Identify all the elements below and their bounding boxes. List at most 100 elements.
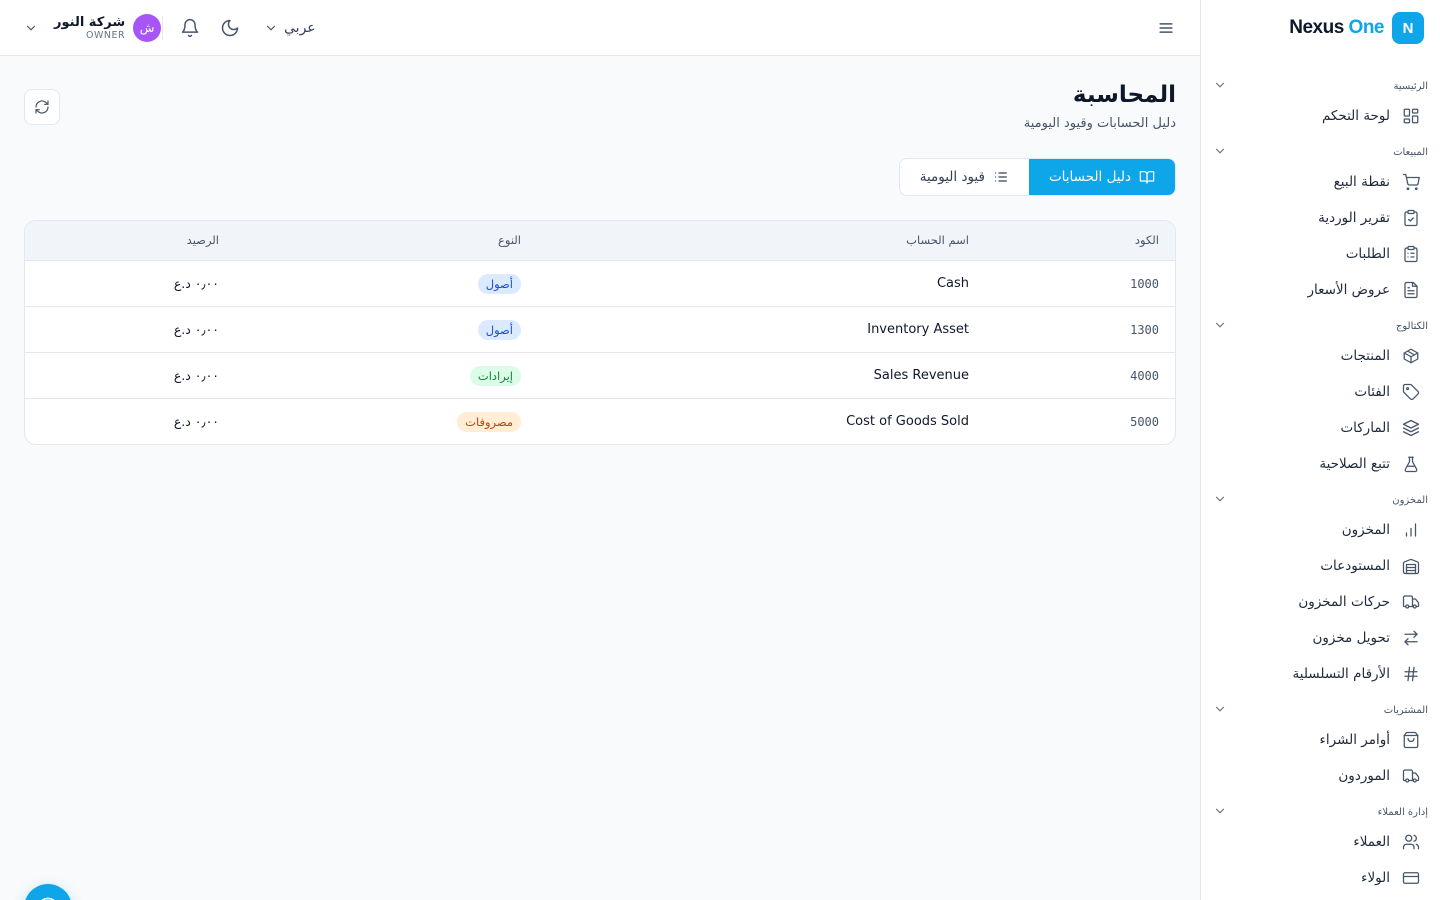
page-subtitle: دليل الحسابات وقيود اليومية [1023, 116, 1176, 131]
refresh-icon [35, 100, 49, 114]
tab-label: قيود اليومية [919, 169, 985, 185]
refresh-button[interactable] [24, 89, 60, 125]
brand-name: Nexus One [1289, 17, 1384, 38]
table-row[interactable]: 1300 Inventory Asset أصول ٠٫٠٠ د.ع [25, 307, 1175, 353]
user-menu[interactable]: شركة النور OWNER ش [24, 10, 162, 46]
sidebar-item-label: الماركات [1340, 420, 1390, 436]
table-row[interactable]: 5000 Cost of Goods Sold مصروفات ٠٫٠٠ د.ع [25, 399, 1175, 444]
sidebar-item[interactable]: تتبع الصلاحية [1201, 446, 1440, 482]
sidebar-nav: الرئيسية لوحة التحكم المبيعات نقطة البيع تقر… [1201, 56, 1440, 896]
sidebar-item[interactable]: تحويل مخزون [1201, 620, 1440, 656]
chevron-down-icon [1215, 82, 1225, 88]
tag-icon [1402, 383, 1420, 401]
sidebar-item[interactable]: المخزون [1201, 512, 1440, 548]
clipboard-check-icon [1404, 209, 1418, 227]
table-body: 1000 Cash أصول ٠٫٠٠ د.ع 1300 Inventory Asset أ… [25, 261, 1175, 444]
book-open-icon [1139, 171, 1155, 184]
main-content: المحاسبة دليل الحسابات وقيود اليومية دلي… [0, 56, 1200, 900]
sidebar-section-title: الكتالوج [1395, 321, 1428, 332]
sidebar-section-title: المشتريات [1383, 705, 1428, 716]
credit-card-icon [1402, 872, 1420, 884]
account-type-badge: أصول [477, 320, 521, 340]
truck-icon [1402, 769, 1420, 783]
account-balance: ٠٫٠٠ د.ع [173, 368, 219, 383]
sidebar-item[interactable]: عروض الأسعار [1201, 272, 1440, 308]
language-switcher[interactable]: عربي [264, 18, 316, 38]
account-type-badge: أصول [477, 274, 521, 294]
account-name: Sales Revenue [873, 368, 969, 383]
language-label: عربي [284, 20, 316, 36]
sidebar-item-label: أوامر الشراء [1319, 732, 1390, 748]
bar-chart-icon [1405, 523, 1417, 537]
bell-icon[interactable] [180, 18, 200, 38]
sidebar-section-title: الرئيسية [1393, 81, 1428, 92]
file-text-icon [1404, 281, 1418, 299]
sidebar-item-label: حركات المخزون [1298, 594, 1390, 610]
help-button[interactable] [24, 884, 72, 900]
page-title: المحاسبة [1072, 82, 1176, 108]
moon-icon[interactable] [220, 18, 240, 38]
brand[interactable]: Nexus One N [1201, 0, 1440, 56]
sidebar-item-label: تحويل مخزون [1312, 630, 1390, 646]
account-balance: ٠٫٠٠ د.ع [173, 276, 219, 291]
flask-icon [1404, 456, 1418, 473]
top-bar: شركة النور OWNER ش عربي [0, 0, 1200, 56]
sidebar-item[interactable]: المستودعات [1201, 548, 1440, 584]
sidebar-section-title: إدارة العملاء [1377, 807, 1428, 818]
table-row[interactable]: 4000 Sales Revenue إيرادات ٠٫٠٠ د.ع [25, 353, 1175, 399]
sidebar-item[interactable]: لوحة التحكم [1201, 98, 1440, 134]
sidebar-item[interactable]: العملاء [1201, 824, 1440, 860]
clipboard-list-icon [1404, 245, 1418, 263]
tab-journal-entries[interactable]: قيود اليومية [900, 159, 1029, 195]
arrows-swap-icon [1404, 630, 1418, 646]
sidebar-item-label: لوحة التحكم [1321, 108, 1390, 124]
sidebar-section-header[interactable]: المبيعات [1201, 134, 1440, 164]
sidebar-item[interactable]: أوامر الشراء [1201, 722, 1440, 758]
chevron-down-icon [26, 25, 36, 31]
list-icon [995, 172, 1007, 182]
header-divider [162, 16, 163, 40]
sidebar-item[interactable]: المنتجات [1201, 338, 1440, 374]
sidebar: Nexus One N الرئيسية لوحة التحكم المبيعات ن… [1200, 0, 1440, 900]
sidebar-item-label: العملاء [1353, 834, 1390, 850]
menu-icon[interactable] [1156, 18, 1176, 38]
sidebar-item[interactable]: الفئات [1201, 374, 1440, 410]
sidebar-item[interactable]: الولاء [1201, 860, 1440, 896]
tab-chart-of-accounts[interactable]: دليل الحسابات [1028, 159, 1175, 195]
package-icon [1403, 348, 1419, 364]
grid-icon [1403, 108, 1419, 124]
account-code: 1000 [1130, 277, 1159, 291]
sidebar-section-header[interactable]: المخزون [1201, 482, 1440, 512]
sidebar-item-label: الموردون [1338, 768, 1390, 784]
sidebar-section-header[interactable]: إدارة العملاء [1201, 794, 1440, 824]
sidebar-section-header[interactable]: الرئيسية [1201, 68, 1440, 98]
sidebar-item[interactable]: الأرقام التسلسلية [1201, 656, 1440, 692]
sidebar-item-label: تقرير الوردية [1318, 210, 1390, 226]
sidebar-item[interactable]: الماركات [1201, 410, 1440, 446]
account-code: 1300 [1130, 323, 1159, 337]
tab-label: دليل الحسابات [1048, 169, 1131, 185]
sidebar-section-header[interactable]: الكتالوج [1201, 308, 1440, 338]
sidebar-section-header[interactable]: المشتريات [1201, 692, 1440, 722]
user-role: OWNER [86, 30, 126, 41]
sidebar-item[interactable]: نقطة البيع [1201, 164, 1440, 200]
account-code: 4000 [1130, 369, 1159, 383]
warehouse-icon [1402, 558, 1420, 575]
sidebar-item-label: تتبع الصلاحية [1319, 456, 1390, 472]
sidebar-section-title: المخزون [1392, 495, 1428, 506]
chevron-down-icon [1215, 322, 1225, 328]
column-header-name: اسم الحساب [906, 233, 969, 247]
sidebar-item-label: الولاء [1361, 870, 1390, 886]
account-balance: ٠٫٠٠ د.ع [173, 322, 219, 337]
sidebar-item-label: المنتجات [1340, 348, 1390, 364]
sidebar-item[interactable]: الطلبات [1201, 236, 1440, 272]
sidebar-item-label: عروض الأسعار [1307, 282, 1390, 298]
account-name: Cost of Goods Sold [846, 414, 969, 429]
sidebar-item[interactable]: الموردون [1201, 758, 1440, 794]
sidebar-item[interactable]: حركات المخزون [1201, 584, 1440, 620]
chevron-down-icon [1215, 148, 1225, 154]
table-row[interactable]: 1000 Cash أصول ٠٫٠٠ د.ع [25, 261, 1175, 307]
brand-logo: N [1392, 12, 1424, 44]
account-name: Inventory Asset [867, 322, 969, 337]
sidebar-item[interactable]: تقرير الوردية [1201, 200, 1440, 236]
